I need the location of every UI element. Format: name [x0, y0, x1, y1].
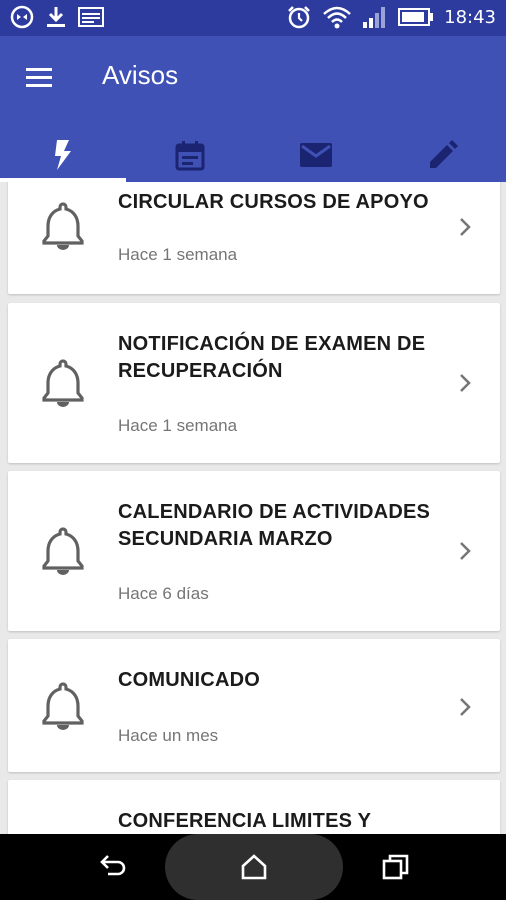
- notice-time: Hace 1 semana: [118, 245, 238, 264]
- notice-title: COMUNICADO: [118, 669, 260, 691]
- notice-title: CONFERENCIA LIMITES Y: [118, 810, 372, 832]
- system-nav-bar: [0, 834, 506, 900]
- menu-icon[interactable]: [22, 60, 56, 94]
- tab-edit[interactable]: [380, 128, 506, 182]
- bell-icon: [42, 527, 84, 575]
- status-time: 18:43: [444, 6, 496, 28]
- bell-icon: [42, 359, 84, 407]
- status-bar: 18:43: [0, 0, 506, 36]
- calendar-icon: [175, 141, 205, 171]
- notice-title: CIRCULAR CURSOS DE APOYO: [118, 191, 429, 213]
- download-icon: [47, 7, 65, 27]
- bell-icon: [42, 202, 84, 250]
- list-item[interactable]: CONFERENCIA LIMITES Y: [8, 780, 500, 834]
- chevron-right-icon: [460, 698, 471, 716]
- sync-icon: [10, 5, 34, 29]
- back-icon[interactable]: [98, 852, 128, 882]
- list-item[interactable]: CIRCULAR CURSOS DE APOYO Hace 1 semana: [8, 182, 500, 294]
- image-icon: [78, 7, 104, 27]
- tab-bar: [0, 128, 506, 182]
- chevron-right-icon: [460, 374, 471, 392]
- flash-icon: [55, 140, 72, 170]
- notice-time: Hace 1 semana: [118, 416, 238, 435]
- battery-icon: [398, 8, 434, 26]
- notice-time: Hace 6 días: [118, 584, 209, 603]
- bell-icon: [42, 682, 84, 730]
- edit-icon: [429, 140, 458, 168]
- list-item[interactable]: CALENDARIO DE ACTIVIDADES SECUNDARIA MAR…: [8, 471, 500, 631]
- notice-title: NOTIFICACIÓN DE EXAMEN DE RECUPERACIÓN: [118, 333, 426, 382]
- home-icon[interactable]: [239, 852, 269, 882]
- notice-title: CALENDARIO DE ACTIVIDADES SECUNDARIA MAR…: [118, 501, 431, 550]
- chevron-right-icon: [460, 218, 471, 236]
- alarm-icon: [288, 6, 311, 29]
- mail-icon: [300, 143, 333, 167]
- wifi-icon: [323, 6, 351, 29]
- list-item[interactable]: NOTIFICACIÓN DE EXAMEN DE RECUPERACIÓN H…: [8, 303, 500, 463]
- tab-mail[interactable]: [253, 128, 380, 182]
- recents-icon[interactable]: [381, 852, 411, 882]
- app-bar: Avisos: [0, 36, 506, 182]
- list-item[interactable]: COMUNICADO Hace un mes: [8, 639, 500, 772]
- tab-avisos[interactable]: [0, 128, 127, 182]
- notice-time: Hace un mes: [118, 726, 219, 745]
- tab-calendar[interactable]: [127, 128, 254, 182]
- chevron-right-icon: [460, 542, 471, 560]
- signal-icon: [363, 7, 386, 28]
- page-title: Avisos: [102, 60, 179, 90]
- notice-list[interactable]: CIRCULAR CURSOS DE APOYO Hace 1 semana N…: [0, 182, 506, 834]
